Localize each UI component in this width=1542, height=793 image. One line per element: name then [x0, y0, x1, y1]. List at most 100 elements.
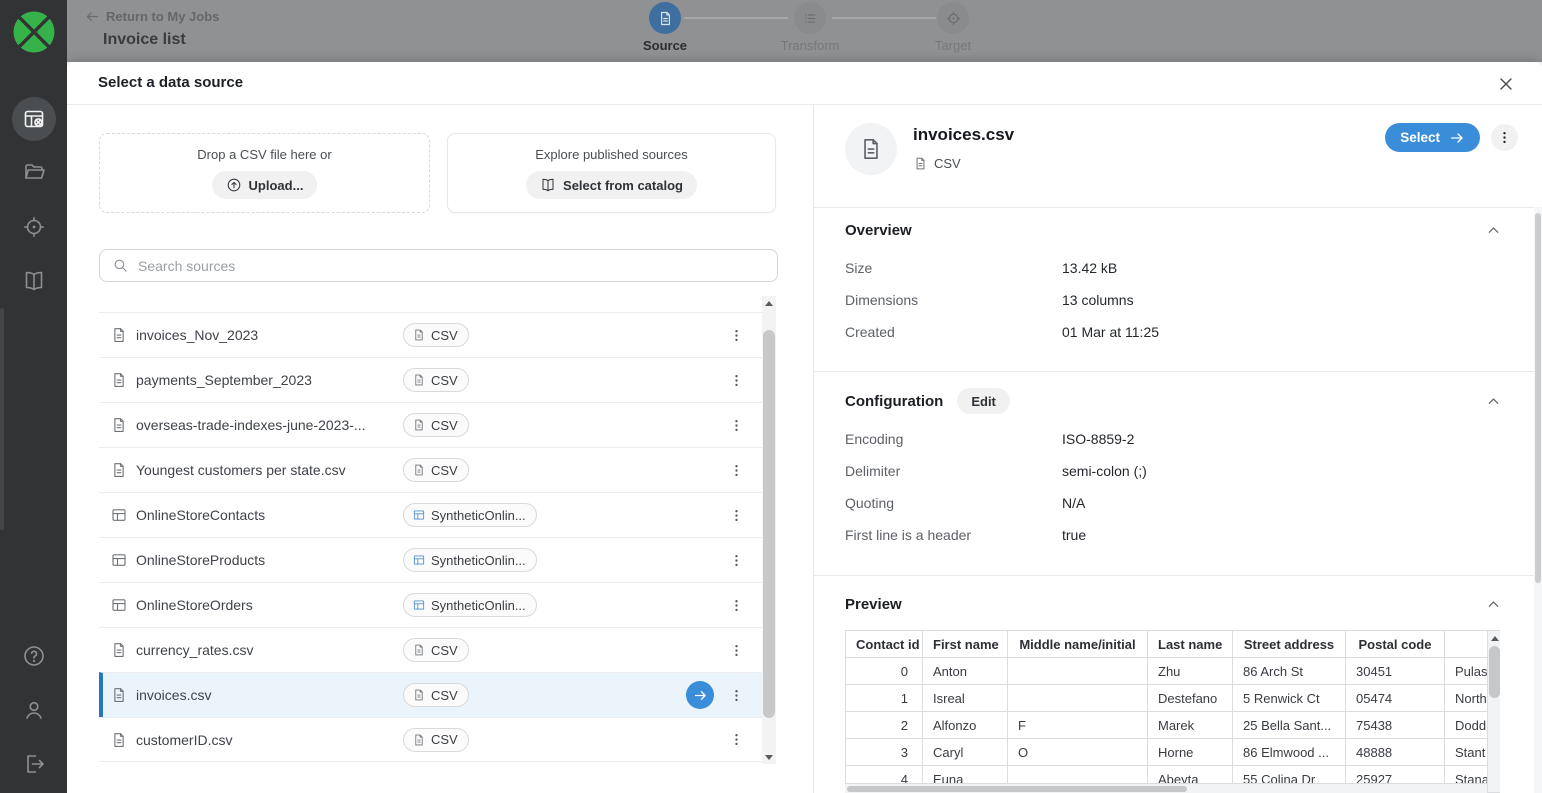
- user-icon: [22, 698, 46, 722]
- collapse-configuration-icon[interactable]: [1485, 392, 1503, 410]
- field-label: First line is a header: [845, 527, 1062, 543]
- badge-label: CSV: [431, 463, 458, 478]
- file-icon: [412, 733, 426, 747]
- step-transform[interactable]: Transform: [760, 2, 860, 53]
- configuration-heading: Configuration: [845, 393, 943, 410]
- scrollbar-thumb[interactable]: [1535, 213, 1541, 583]
- badge-label: SyntheticOnlin...: [431, 598, 526, 613]
- field-label: Size: [845, 260, 1062, 276]
- file-icon: [412, 418, 426, 432]
- preview-heading: Preview: [845, 596, 902, 613]
- open-source-button[interactable]: [686, 681, 714, 709]
- step-label: Target: [903, 38, 1003, 53]
- sidebar-item-account[interactable]: [22, 698, 46, 722]
- file-icon: [110, 326, 128, 344]
- scroll-down-icon[interactable]: [762, 750, 776, 764]
- modal-header: Select a data source: [67, 62, 1542, 105]
- preview-cell: 86 Arch St: [1233, 658, 1346, 685]
- scroll-up-icon[interactable]: [762, 296, 776, 310]
- sidebar-item-jobs[interactable]: [12, 97, 56, 141]
- sidebar-item-sources[interactable]: [22, 160, 46, 184]
- select-from-catalog-button[interactable]: Select from catalog: [526, 171, 697, 199]
- source-type-badge: CSV: [403, 683, 469, 707]
- source-list-item[interactable]: customerID.csvCSV: [99, 717, 762, 762]
- sidebar-item-catalog[interactable]: [22, 269, 46, 293]
- search-box[interactable]: [99, 249, 778, 282]
- clover-logo[interactable]: [11, 9, 57, 55]
- step-target[interactable]: Target: [903, 2, 1003, 53]
- source-list-item[interactable]: Youngest customers per state.csv CSV: [99, 447, 762, 492]
- row-menu-button[interactable]: [728, 323, 744, 347]
- source-list-item[interactable]: payments_September_2023CSV: [99, 357, 762, 402]
- preview-cell: 3: [846, 739, 923, 766]
- scroll-up-icon[interactable]: [1488, 631, 1500, 645]
- field-value: 13 columns: [1062, 292, 1134, 308]
- preview-cell: 0: [846, 658, 923, 685]
- badge-label: SyntheticOnlin...: [431, 508, 526, 523]
- source-list-item[interactable]: OnlineStoreContactsSyntheticOnlin...: [99, 492, 762, 537]
- upload-button[interactable]: Upload...: [212, 171, 318, 199]
- scrollbar-thumb[interactable]: [847, 786, 1187, 792]
- details-scrollbar[interactable]: [1534, 207, 1542, 793]
- sources-scrollbar[interactable]: [762, 296, 776, 764]
- badge-label: CSV: [431, 373, 458, 388]
- row-menu-button[interactable]: [728, 728, 744, 752]
- file-icon: [412, 463, 426, 477]
- catalog-text: Explore published sources: [535, 147, 687, 162]
- source-list-item[interactable]: OnlineStoreOrdersSyntheticOnlin...: [99, 582, 762, 627]
- sidebar-item-help[interactable]: [22, 644, 46, 668]
- source-type-badge: SyntheticOnlin...: [403, 593, 537, 617]
- sidebar-item-destinations[interactable]: [22, 215, 46, 239]
- preview-cell: Horne: [1148, 739, 1233, 766]
- field-label: Delimiter: [845, 463, 1062, 479]
- target-icon: [22, 215, 46, 239]
- preview-row: 0AntonZhu86 Arch St30451Pulas: [846, 658, 1501, 685]
- details-menu-button[interactable]: [1491, 124, 1518, 151]
- row-menu-button[interactable]: [728, 368, 744, 392]
- row-menu-button[interactable]: [728, 503, 744, 527]
- file-icon: [110, 371, 128, 389]
- file-icon-large: [845, 123, 897, 175]
- source-list-item[interactable]: currency_rates.csvCSV: [99, 627, 762, 672]
- csv-dropzone[interactable]: Drop a CSV file here or Upload...: [99, 133, 430, 213]
- source-name: Youngest customers per state.csv: [136, 462, 403, 478]
- file-icon: [412, 328, 426, 342]
- scrollbar-thumb[interactable]: [763, 330, 775, 718]
- collapse-preview-icon[interactable]: [1485, 595, 1503, 613]
- preview-cell: 05474: [1346, 685, 1445, 712]
- file-icon: [110, 686, 128, 704]
- preview-table-hscrollbar[interactable]: [845, 783, 1487, 793]
- field-value: semi-colon (;): [1062, 463, 1147, 479]
- badge-label: CSV: [431, 418, 458, 433]
- edit-configuration-button[interactable]: Edit: [957, 388, 1010, 414]
- source-list-item[interactable]: OnlineStoreProductsSyntheticOnlin...: [99, 537, 762, 582]
- preview-row: 1IsrealDestefano5 Renwick Ct05474North: [846, 685, 1501, 712]
- table-icon: [412, 508, 426, 522]
- search-input[interactable]: [138, 258, 765, 274]
- badge-label: CSV: [431, 328, 458, 343]
- file-icon: [412, 373, 426, 387]
- file-icon: [110, 731, 128, 749]
- row-menu-button[interactable]: [728, 638, 744, 662]
- step-source[interactable]: Source: [615, 2, 715, 53]
- preview-table-scrollbar[interactable]: [1487, 631, 1500, 792]
- close-icon[interactable]: [1496, 73, 1518, 95]
- source-list-item[interactable]: overseas-trade-indexes-june-2023-...CSV: [99, 402, 762, 447]
- sidebar-item-logout[interactable]: [22, 752, 46, 776]
- row-menu-button[interactable]: [728, 458, 744, 482]
- preview-cell: Anton: [923, 658, 1008, 685]
- select-button[interactable]: Select: [1385, 123, 1480, 152]
- scrollbar-thumb[interactable]: [1489, 646, 1500, 698]
- row-menu-button[interactable]: [728, 413, 744, 437]
- row-menu-button[interactable]: [728, 548, 744, 572]
- source-list-item[interactable]: invoices_Nov_2023CSV: [99, 312, 762, 357]
- file-icon: [110, 416, 128, 434]
- table-icon: [412, 598, 426, 612]
- collapse-overview-icon[interactable]: [1485, 221, 1503, 239]
- row-menu-button[interactable]: [728, 593, 744, 617]
- back-link[interactable]: Return to My Jobs: [85, 9, 219, 24]
- row-menu-button[interactable]: [728, 683, 744, 707]
- field-value: N/A: [1062, 495, 1085, 511]
- overview-heading: Overview: [845, 222, 912, 239]
- source-list-item[interactable]: invoices.csvCSV: [99, 672, 762, 717]
